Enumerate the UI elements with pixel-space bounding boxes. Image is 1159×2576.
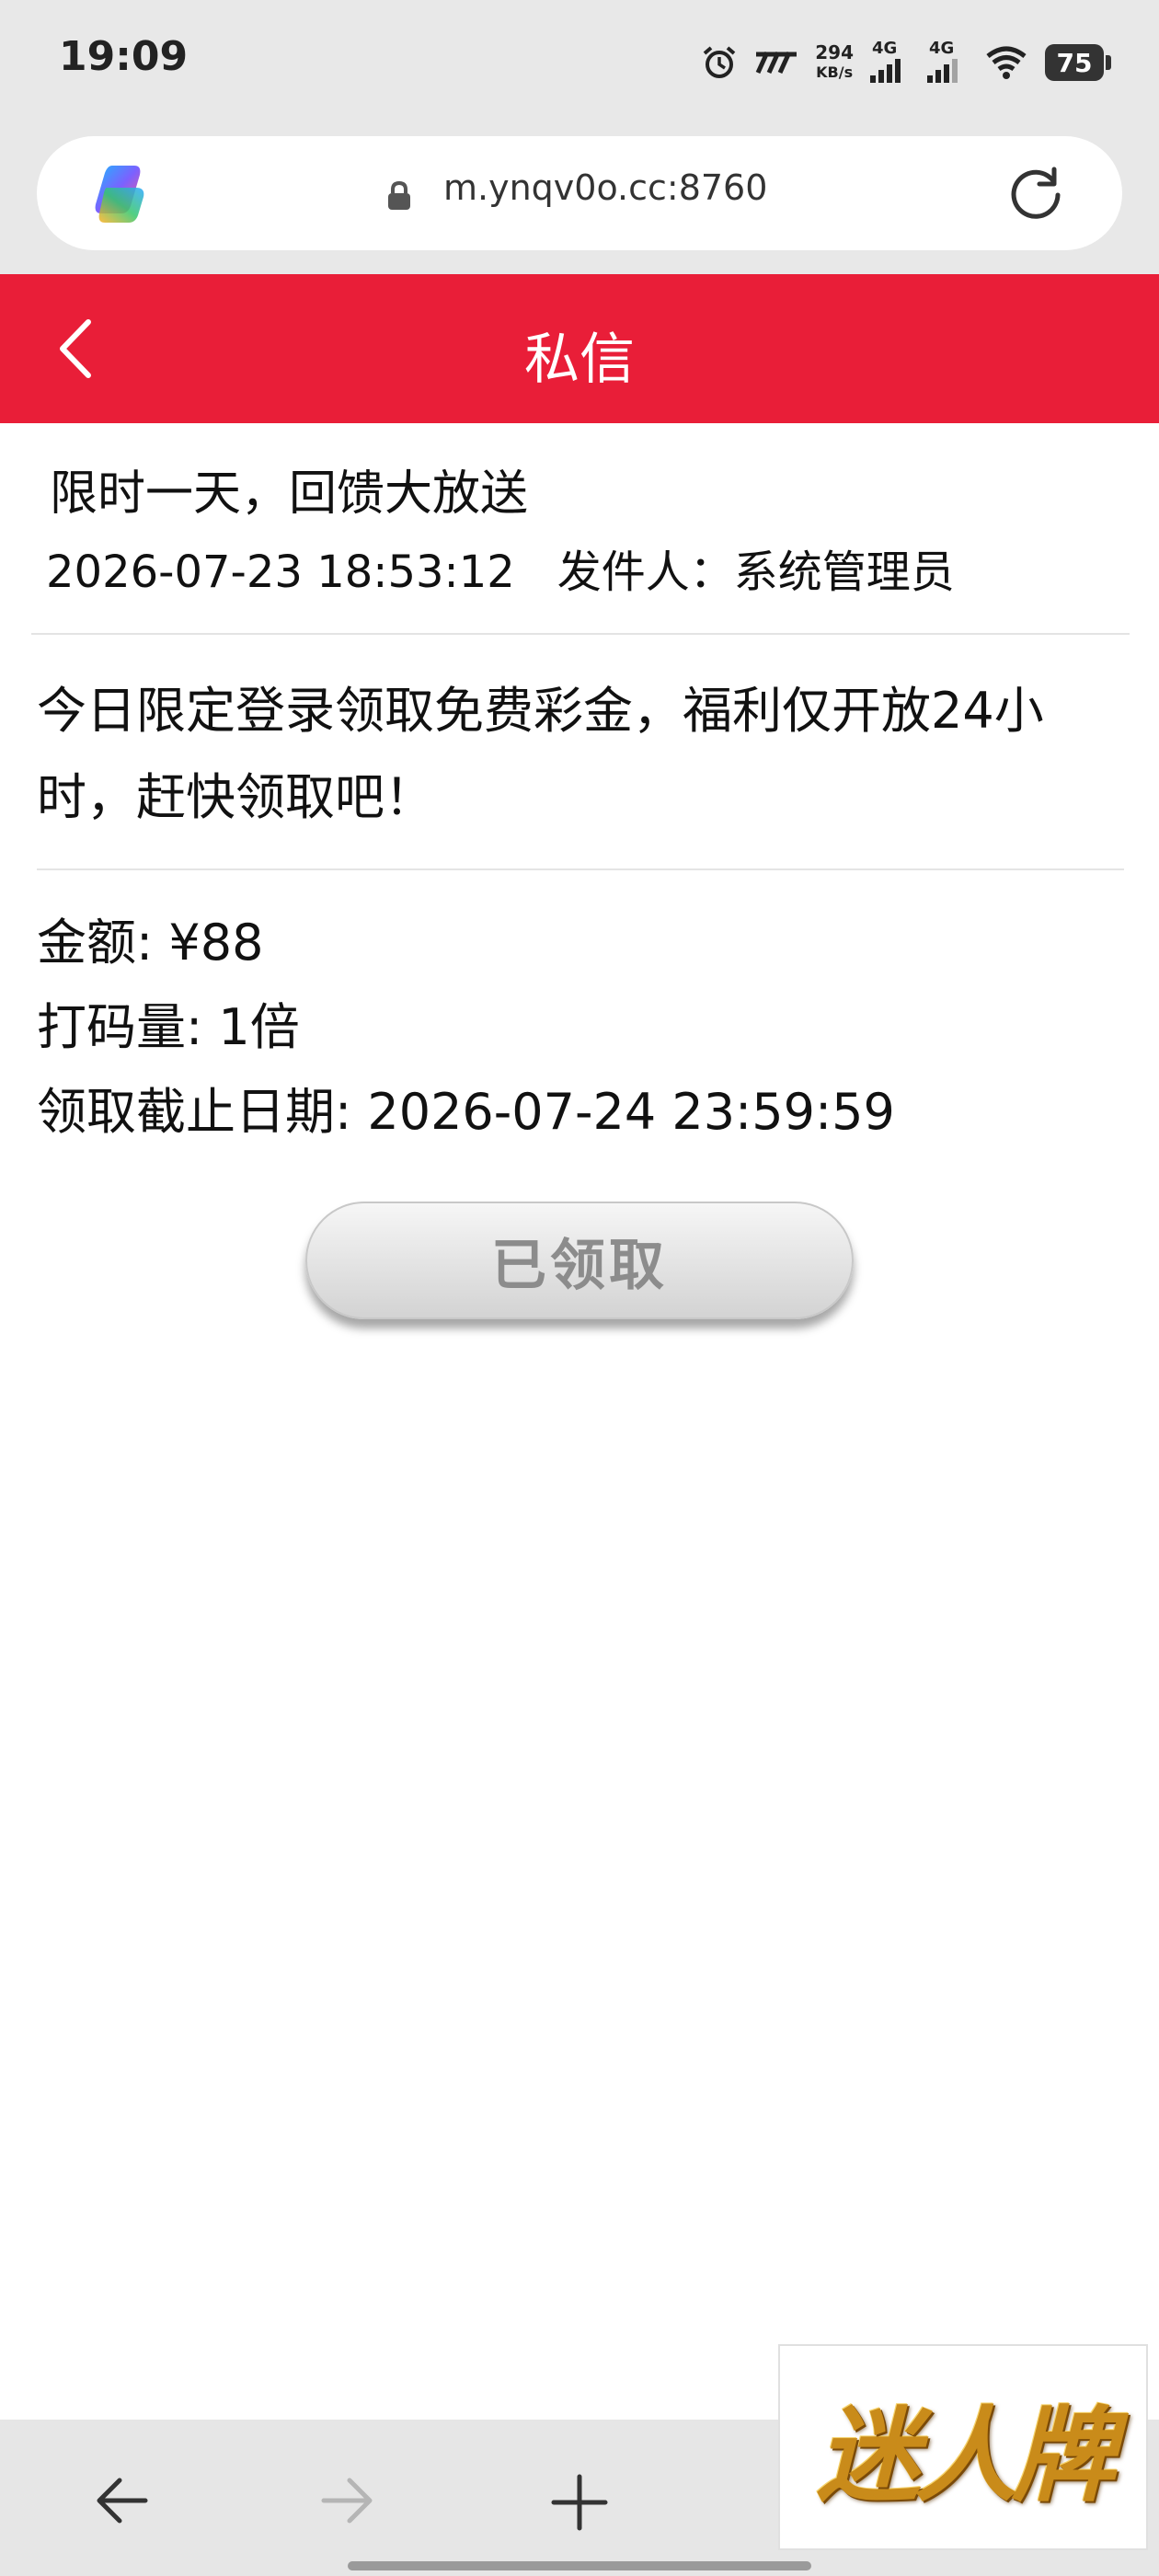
message-body: 今日限定登录领取免费彩金，福利仅开放24小时，赶快领取吧！: [37, 682, 1044, 826]
divider: [31, 633, 1130, 635]
copilot-icon[interactable]: [85, 160, 155, 226]
network-speed-value: 294: [815, 41, 854, 63]
nav-forward-icon[interactable]: [318, 2475, 377, 2526]
wager-requirement: 打码量: 1倍: [37, 998, 300, 1056]
watermark-text: 迷人牌: [817, 2396, 1115, 2516]
app-header: 私信: [0, 274, 1159, 423]
battery-indicator: 75: [1045, 44, 1111, 81]
lock-icon: [388, 180, 410, 210]
url-text[interactable]: m.ynqv0o.cc:8760: [443, 167, 767, 208]
page-title: 私信: [524, 328, 635, 392]
reload-icon[interactable]: [1006, 164, 1065, 223]
status-bar: 19:09 294 KB/s 4G 4G 75: [0, 0, 1159, 129]
message-title: 限时一天，回馈大放送: [50, 466, 529, 522]
sim2-signal: 4G: [927, 39, 968, 86]
sim1-label: 4G: [872, 39, 898, 58]
status-icons: 294 KB/s 4G 4G 75: [701, 35, 1111, 90]
new-tab-plus-icon[interactable]: [548, 2471, 611, 2534]
browser-toolbar: m.ynqv0o.cc:8760: [0, 129, 1159, 274]
claim-deadline: 领取截止日期: 2026-07-24 23:59:59: [37, 1083, 895, 1141]
status-time: 19:09: [59, 33, 189, 80]
bonus-amount: 金额: ¥88: [37, 914, 264, 972]
signal-bars-icon: [927, 59, 958, 83]
nav-back-icon[interactable]: [92, 2475, 151, 2526]
sim2-label: 4G: [929, 39, 955, 58]
alarm-icon: [703, 46, 736, 78]
divider: [37, 868, 1124, 870]
signal-bars-icon: [870, 59, 901, 83]
message-meta: 2026-07-23 18:53:12 发件人：系统管理员: [46, 535, 955, 600]
message-datetime: 2026-07-23 18:53:12: [46, 546, 515, 598]
network-speed-unit: KB/s: [816, 63, 854, 81]
app-notification-icon: [755, 51, 798, 75]
wifi-icon: [986, 46, 1027, 79]
claimed-button[interactable]: 已领取: [305, 1202, 854, 1319]
address-bar[interactable]: m.ynqv0o.cc:8760: [37, 136, 1122, 250]
message-sender: 发件人：系统管理员: [557, 546, 955, 598]
sim1-signal: 4G: [870, 39, 911, 86]
watermark-logo: 迷人牌: [778, 2344, 1148, 2550]
home-indicator[interactable]: [348, 2561, 811, 2570]
network-speed: 294 KB/s: [815, 42, 854, 83]
